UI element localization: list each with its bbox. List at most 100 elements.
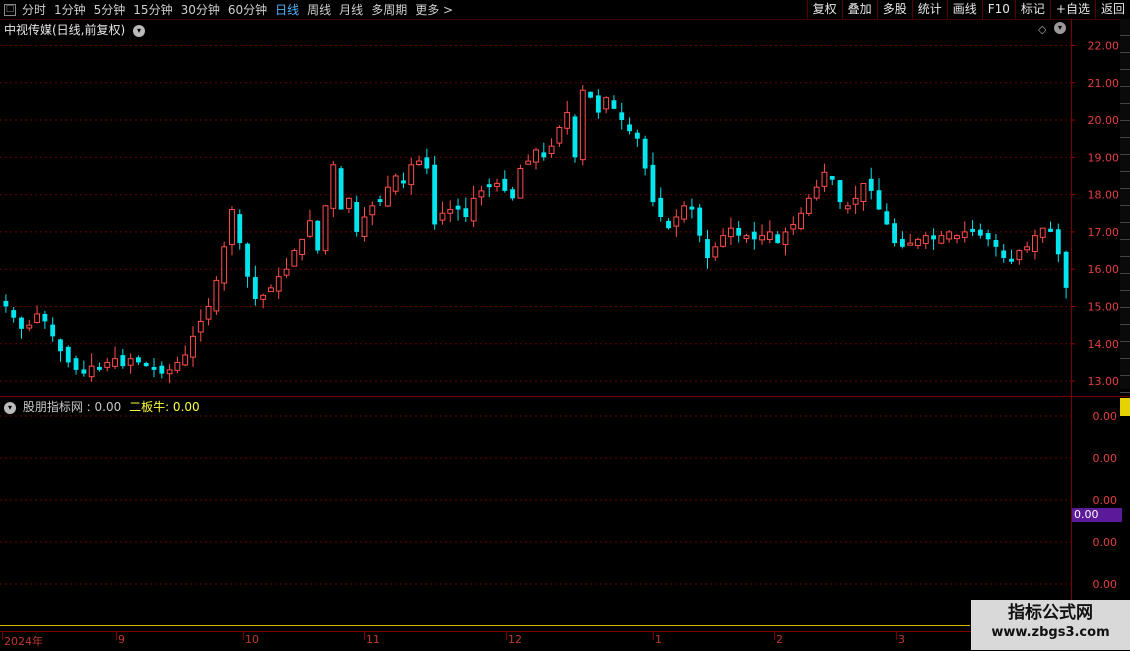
candle-body bbox=[915, 238, 921, 246]
period-tab-4[interactable]: 30分钟 bbox=[181, 1, 220, 18]
toolbar-button-5[interactable]: F10 bbox=[981, 0, 1015, 19]
period-tab-10[interactable]: 更多 > bbox=[415, 1, 453, 18]
price-label: 13.00 bbox=[1088, 375, 1120, 388]
date-tick bbox=[364, 632, 365, 640]
candle-body bbox=[884, 211, 890, 225]
toolbar-button-4[interactable]: 画线 bbox=[946, 0, 982, 19]
period-tab-6[interactable]: 日线 bbox=[275, 1, 299, 18]
candle-body bbox=[899, 238, 905, 247]
candle-body bbox=[922, 235, 929, 245]
candle-body bbox=[634, 132, 640, 139]
candle-body bbox=[338, 168, 344, 210]
candle-body bbox=[759, 235, 765, 241]
strip-cell bbox=[1120, 359, 1130, 376]
toolbar-button-3[interactable]: 统计 bbox=[911, 0, 947, 19]
price-label: 15.00 bbox=[1088, 301, 1120, 314]
candle-body bbox=[548, 145, 555, 155]
toolbar-button-0[interactable]: 复权 bbox=[806, 0, 842, 19]
candle-body bbox=[73, 358, 79, 370]
candle-body bbox=[97, 366, 102, 370]
candle-body bbox=[384, 186, 391, 207]
candle-body bbox=[463, 208, 469, 217]
candle-body bbox=[931, 235, 936, 240]
price-axis: 22.00 21.00 20.00 19.00 18.00 17.00 16.00 15.00… bbox=[1071, 39, 1120, 388]
candle-body bbox=[642, 138, 648, 169]
candle-body bbox=[88, 365, 95, 378]
candle-body bbox=[416, 160, 422, 166]
candle-body bbox=[26, 324, 33, 329]
indicator-title[interactable]: ▾ 股朋指标网 : 0.00 二板牛: 0.00 bbox=[4, 398, 200, 415]
candle-body bbox=[275, 276, 282, 292]
candle-body bbox=[307, 220, 313, 237]
strip-cell bbox=[1120, 36, 1130, 53]
date-label: 12 bbox=[508, 633, 522, 646]
period-tab-3[interactable]: 15分钟 bbox=[133, 1, 172, 18]
candle-body bbox=[34, 313, 40, 324]
candle-body bbox=[564, 112, 571, 129]
strip-cell bbox=[1120, 87, 1130, 104]
period-tab-5[interactable]: 60分钟 bbox=[228, 1, 267, 18]
toolbar-button-6[interactable]: 标记 bbox=[1014, 0, 1050, 19]
indicator-tab[interactable] bbox=[1120, 398, 1130, 416]
collapse-icon[interactable]: ▾ bbox=[1054, 22, 1066, 34]
period-tab-9[interactable]: 多周期 bbox=[371, 1, 407, 18]
price-label: 20.00 bbox=[1088, 114, 1120, 127]
chevron-down-icon[interactable]: ▾ bbox=[133, 24, 146, 37]
candle-body bbox=[190, 335, 196, 358]
square-menu-icon[interactable]: □ bbox=[4, 3, 16, 16]
toolbar-button-1[interactable]: 叠加 bbox=[841, 0, 877, 19]
candle-body bbox=[689, 206, 695, 210]
toolbar-button-8[interactable]: 返回 bbox=[1094, 0, 1130, 19]
date-tick bbox=[243, 632, 244, 640]
candle-body bbox=[697, 207, 703, 236]
period-tab-0[interactable]: 分时 bbox=[22, 1, 46, 18]
period-tab-8[interactable]: 月线 bbox=[339, 1, 363, 18]
strip-cell bbox=[1120, 223, 1130, 240]
indicator-value: : 0.00 bbox=[86, 400, 122, 414]
candle-body bbox=[595, 95, 601, 113]
toolbar-button-2[interactable]: 多股 bbox=[876, 0, 912, 19]
toolbar-button-7[interactable]: +自选 bbox=[1049, 0, 1095, 19]
candle-body bbox=[392, 175, 399, 192]
period-list: 分时 1分钟 5分钟 15分钟 30分钟 60分钟 日线 周线 月线 多周期 更多 > bbox=[22, 1, 461, 18]
candle-body bbox=[510, 189, 516, 199]
side-strip bbox=[1120, 19, 1130, 393]
toolbar-right-buttons: 复权 叠加 多股 统计 画线 F10 标记 +自选 返回 bbox=[806, 0, 1130, 19]
price-label: 21.00 bbox=[1088, 77, 1120, 90]
stock-title-text: 中视传媒(日线,前复权) bbox=[4, 23, 126, 37]
strip-cell bbox=[1120, 206, 1130, 223]
watermark-title: 指标公式网 bbox=[1008, 603, 1093, 623]
candle-body bbox=[1048, 228, 1053, 232]
indicator-axis-label: 0.00 bbox=[1093, 494, 1118, 507]
date-tick bbox=[506, 632, 507, 640]
candle-body bbox=[712, 246, 719, 258]
candle-body bbox=[525, 160, 532, 165]
candle-body bbox=[611, 100, 617, 109]
candle-body bbox=[151, 366, 157, 370]
candle-body bbox=[174, 361, 181, 371]
candle-body bbox=[354, 201, 360, 232]
date-label: 2 bbox=[776, 633, 783, 646]
candle-body bbox=[727, 227, 734, 238]
candle-body bbox=[345, 197, 352, 209]
diamond-icon[interactable]: ◇ bbox=[1038, 23, 1046, 36]
strip-cell bbox=[1120, 291, 1130, 308]
candle-body bbox=[517, 168, 524, 199]
chevron-down-icon[interactable]: ▾ bbox=[4, 401, 16, 414]
candle-body bbox=[681, 205, 688, 220]
candlestick-chart[interactable] bbox=[0, 38, 1071, 396]
period-tab-7[interactable]: 周线 bbox=[307, 1, 331, 18]
period-tab-1[interactable]: 1分钟 bbox=[54, 1, 86, 18]
candle-body bbox=[455, 205, 461, 210]
indicator-chart[interactable]: 0.000.000.000.000.00 bbox=[0, 398, 1120, 625]
candle-body bbox=[143, 362, 149, 367]
candle-body bbox=[837, 180, 843, 203]
candle-body bbox=[603, 97, 610, 110]
candle-body bbox=[369, 205, 376, 216]
stock-title[interactable]: 中视传媒(日线,前复权) ▾ bbox=[4, 21, 146, 38]
candle-body bbox=[221, 246, 228, 284]
candle-body bbox=[1055, 229, 1061, 255]
candle-body bbox=[892, 223, 898, 244]
period-tab-2[interactable]: 5分钟 bbox=[94, 1, 126, 18]
candle-body bbox=[782, 231, 789, 245]
